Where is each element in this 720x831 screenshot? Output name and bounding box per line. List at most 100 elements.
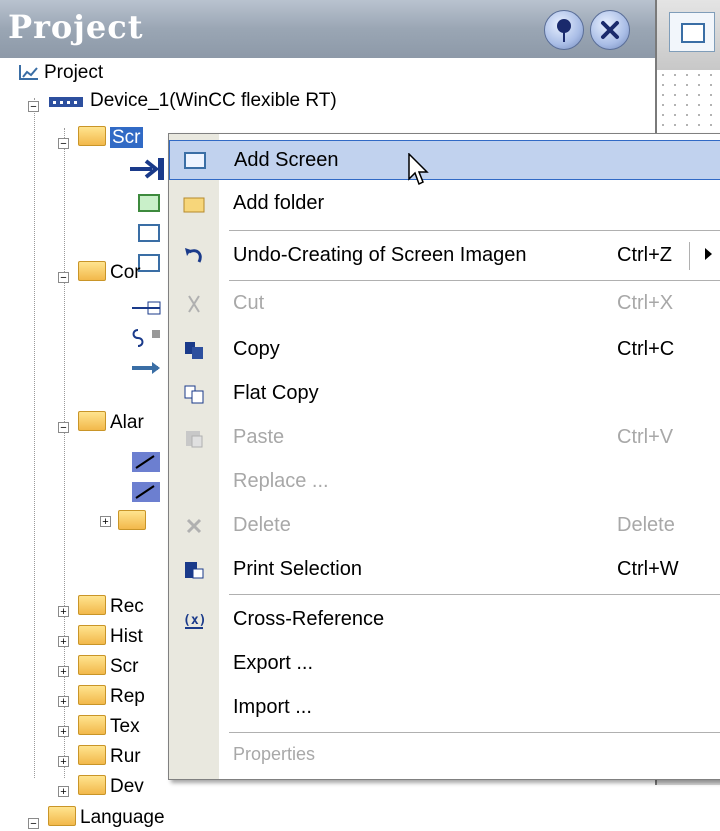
tree-item-screens[interactable]: Scr [78, 125, 143, 151]
context-menu: Add Screen Add folder Undo-Creating of S… [168, 133, 720, 780]
menu-item-shortcut: Ctrl+X [617, 292, 674, 314]
tree-item-label: Rec [110, 596, 144, 617]
tree-item-recipes[interactable]: Rec [78, 594, 144, 620]
menu-item-label: Import ... [233, 696, 312, 718]
menu-item-shortcut: Ctrl+Z [617, 244, 672, 266]
title-bar: Project [0, 0, 655, 58]
menu-separator [229, 280, 720, 281]
screen-icon [138, 254, 160, 272]
tree-item-alarms[interactable]: Alar [78, 410, 144, 436]
menu-item-label: Paste [233, 426, 285, 448]
folder-icon [78, 715, 106, 735]
tree-item-historical[interactable]: Hist [78, 624, 143, 650]
expand-toggle[interactable]: + [58, 756, 69, 768]
project-icon [19, 65, 38, 80]
menu-item-label: Copy [233, 338, 280, 360]
menu-item-shortcut: Delete [617, 514, 675, 536]
menu-item-shortcut: Ctrl+C [617, 338, 675, 360]
menu-item-undo[interactable]: Undo-Creating of Screen Imagen Ctrl+Z [169, 236, 720, 276]
folder-icon [78, 685, 106, 705]
menu-separator [229, 732, 720, 733]
folder-icon [78, 595, 106, 615]
collapse-toggle[interactable]: − [58, 138, 69, 150]
delete-icon [186, 518, 202, 534]
menu-item-label: Add folder [233, 192, 325, 214]
menu-item-label: Undo-Creating of Screen Imagen [233, 244, 527, 266]
svg-text:(x): (x) [183, 613, 205, 628]
menu-item-add-screen[interactable]: Add Screen [169, 140, 720, 180]
tree-item-device-settings[interactable]: Dev [78, 774, 144, 800]
tree-item-label: Cor [110, 262, 141, 283]
tree-item-label: Scr [110, 656, 139, 677]
window-title: Project [8, 8, 144, 46]
tree-item-scripts[interactable]: Scr [78, 654, 139, 680]
expand-toggle[interactable]: + [100, 516, 111, 528]
menu-item-label: Add Screen [234, 149, 339, 171]
copy-icon [185, 342, 203, 359]
menu-item-label: Replace ... [233, 470, 329, 492]
tree-item-label: Hist [110, 626, 143, 647]
tree-item-reports[interactable]: Rep [78, 684, 145, 710]
collapse-toggle[interactable]: − [58, 272, 69, 284]
expand-toggle[interactable]: + [58, 696, 69, 708]
tree-item-label: Rur [110, 746, 141, 767]
folder-icon [78, 775, 106, 795]
expand-toggle[interactable]: + [58, 666, 69, 678]
expand-toggle[interactable]: + [58, 636, 69, 648]
tree-item-text[interactable]: Tex [78, 714, 140, 740]
close-button[interactable] [590, 10, 630, 50]
expand-toggle[interactable]: + [58, 786, 69, 798]
menu-item-label: Export ... [233, 652, 314, 674]
screen-view-button[interactable] [669, 12, 715, 52]
menu-item-import[interactable]: Import ... [169, 688, 720, 728]
menu-item-label: Print Selection [233, 558, 362, 580]
tree-item-language[interactable]: Language [48, 805, 165, 831]
tree-item-project[interactable]: Project [18, 60, 103, 86]
tree-item-label: Project [44, 62, 104, 83]
menu-item-export[interactable]: Export ... [169, 644, 720, 684]
tree-item-runtime[interactable]: Rur [78, 744, 141, 770]
tree-item-label: Dev [110, 776, 144, 797]
undo-icon [185, 248, 202, 263]
tags-icon [132, 329, 160, 347]
alarm-icon [132, 452, 160, 472]
collapse-toggle[interactable]: − [28, 818, 39, 830]
menu-item-paste[interactable]: Paste Ctrl+V [169, 418, 720, 458]
menu-item-add-folder[interactable]: Add folder [169, 184, 720, 224]
folder-icon [118, 510, 146, 530]
collapse-toggle[interactable]: − [58, 422, 69, 434]
tree-item-communication[interactable]: Cor [78, 260, 141, 286]
tree-item-label: Scr [110, 127, 143, 148]
menu-item-delete[interactable]: Delete Delete [169, 506, 720, 546]
menu-item-label: Delete [233, 514, 291, 536]
folder-icon [78, 745, 106, 765]
alarm-icon [132, 482, 160, 502]
pin-button[interactable] [544, 10, 584, 50]
expand-toggle[interactable]: + [58, 606, 69, 618]
menu-item-copy[interactable]: Copy Ctrl+C [169, 330, 720, 370]
folder-icon [78, 261, 106, 281]
menu-item-label: Cross-Reference [233, 608, 385, 630]
menu-item-label: Flat Copy [233, 382, 319, 404]
menu-separator [229, 594, 720, 595]
connection-icon [132, 301, 161, 315]
menu-item-properties[interactable]: Properties [169, 736, 720, 776]
menu-item-cut[interactable]: Cut Ctrl+X [169, 284, 720, 324]
folder-icon [183, 197, 205, 213]
pin-icon [557, 19, 571, 42]
menu-item-replace[interactable]: Replace ... [169, 462, 720, 502]
flat-copy-icon [184, 385, 204, 404]
navigation-icon [130, 158, 164, 180]
menu-item-label: Cut [233, 292, 265, 314]
menu-item-print-selection[interactable]: Print Selection Ctrl+W [169, 550, 720, 590]
tree-item-device[interactable]: Device_1(WinCC flexible RT) [48, 88, 337, 114]
screen-icon [138, 224, 160, 242]
expand-toggle[interactable]: + [58, 726, 69, 738]
paste-icon [186, 431, 203, 448]
submenu-arrow-icon[interactable] [705, 248, 712, 260]
menu-item-cross-reference[interactable]: (x) Cross-Reference [169, 600, 720, 640]
menu-item-flat-copy[interactable]: Flat Copy [169, 374, 720, 414]
menu-separator [229, 230, 720, 231]
collapse-toggle[interactable]: − [28, 101, 39, 113]
mouse-cursor-icon [408, 153, 429, 186]
